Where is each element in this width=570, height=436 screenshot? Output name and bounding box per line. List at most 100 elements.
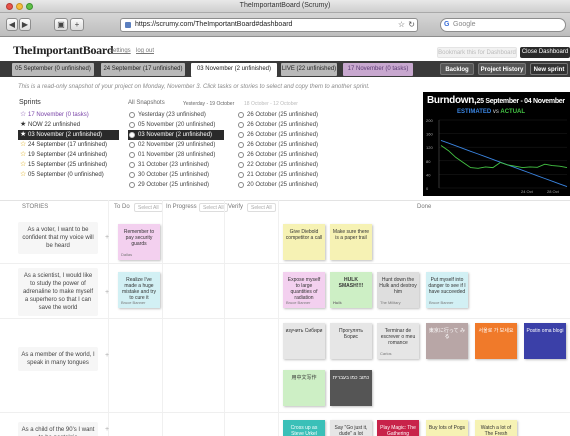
- sprint-item[interactable]: ★ 03 November (2 unfinished): [18, 130, 119, 140]
- address-bar[interactable]: https://scrumy.com/TheImportantBoard#das…: [120, 18, 418, 32]
- radio-icon[interactable]: [238, 172, 244, 178]
- radio-icon[interactable]: [129, 162, 135, 168]
- radio-icon[interactable]: [238, 182, 244, 188]
- bookmark-dashboard-button[interactable]: Bookmark this for Dashboard: [437, 47, 517, 58]
- task-note[interactable]: Hunt down the Hulk and destroy him The Mi…: [377, 272, 419, 308]
- task-note[interactable]: Play Magic: The Gathering: [377, 420, 419, 436]
- forward-button[interactable]: ▶: [19, 18, 31, 31]
- radio-icon[interactable]: [129, 172, 135, 178]
- story-card[interactable]: As a member of the world, I speak in man…: [18, 347, 98, 371]
- search-field[interactable]: G Google: [440, 18, 566, 32]
- radio-icon[interactable]: [238, 112, 244, 118]
- new-sprint-button[interactable]: New sprint: [530, 63, 568, 75]
- radio-icon[interactable]: [129, 112, 135, 118]
- task-note[interactable]: Buy lots of Pogs: [426, 420, 468, 436]
- task-note[interactable]: Cross up as Steve Urkel: [283, 420, 325, 436]
- task-note[interactable]: Make sure there is a paper trail: [330, 224, 372, 260]
- task-note[interactable]: 用中文写作: [283, 370, 325, 406]
- add-task-icon[interactable]: +: [105, 234, 109, 241]
- done-column-header: Done: [417, 204, 432, 210]
- radio-icon[interactable]: [238, 122, 244, 128]
- radio-icon[interactable]: [238, 152, 244, 158]
- snapshot-item[interactable]: 31 October (23 unfinished): [128, 160, 224, 170]
- snapshot-item[interactable]: 26 October (25 unfinished): [237, 140, 327, 150]
- task-note[interactable]: Remember to pay security guards Dallas: [118, 224, 160, 260]
- snapshot-item[interactable]: 01 November (28 unfinished): [128, 150, 224, 160]
- add-task-icon[interactable]: +: [105, 352, 109, 359]
- task-note[interactable]: Realize I've made a huge mistake and try…: [118, 272, 160, 308]
- url-text[interactable]: https://scrumy.com/TheImportantBoard#das…: [135, 21, 292, 28]
- snapshot-item[interactable]: 05 November (20 unfinished): [128, 120, 224, 130]
- x-tick-label: 24 Oct: [521, 189, 534, 194]
- radio-icon[interactable]: [129, 182, 135, 188]
- tab-05-september[interactable]: 05 September (0 unfinished): [12, 63, 94, 76]
- task-note[interactable]: Give Diebold competitor a call: [283, 224, 325, 260]
- snapshot-item[interactable]: 03 November (2 unfinished): [128, 130, 224, 140]
- tab-24-september[interactable]: 24 September (17 unfinished): [101, 63, 185, 76]
- radio-icon[interactable]: [129, 142, 135, 148]
- story-card[interactable]: As a scientist, I would like to study th…: [18, 268, 98, 316]
- tab-17-november[interactable]: 17 November (0 tasks): [343, 63, 413, 76]
- tab-03-november[interactable]: 03 November (2 unfinished): [191, 63, 277, 77]
- task-note[interactable]: Put myself into danger to see if I have …: [426, 272, 468, 308]
- settings-link[interactable]: settings: [110, 48, 131, 54]
- app-logo[interactable]: TheImportantBoard: [13, 43, 114, 58]
- sprint-item[interactable]: ☆ 15 September (25 unfinished): [18, 160, 119, 170]
- project-history-button[interactable]: Project History: [478, 63, 526, 75]
- sprint-item[interactable]: ☆ 17 November (0 tasks): [18, 110, 119, 120]
- snapshot-item[interactable]: 26 October (25 unfinished): [237, 110, 327, 120]
- snapshot-item[interactable]: 26 October (25 unfinished): [237, 120, 327, 130]
- add-task-icon[interactable]: +: [105, 426, 109, 433]
- snapshot-item[interactable]: 02 November (29 unfinished): [128, 140, 224, 150]
- logout-link[interactable]: log out: [136, 48, 154, 54]
- add-task-icon[interactable]: +: [105, 289, 109, 296]
- task-note[interactable]: Expose myself to large quantities of rad…: [283, 272, 325, 308]
- task-note[interactable]: Postin oma blogi: [524, 323, 566, 359]
- reader-button[interactable]: ▣: [54, 18, 68, 31]
- snapshot-item[interactable]: 29 October (25 unfinished): [128, 180, 224, 190]
- task-note[interactable]: HULK SMASH!!!! Hulk: [330, 272, 372, 308]
- task-note[interactable]: כתוב כמו בעברית: [330, 370, 372, 406]
- story-card[interactable]: As a child of the 90's I want to be nost…: [18, 422, 98, 436]
- sprint-item[interactable]: ☆ 24 September (17 unfinished): [18, 140, 119, 150]
- radio-icon[interactable]: [238, 132, 244, 138]
- task-note[interactable]: Watch a lot of The Fresh: [475, 420, 517, 436]
- sprint-item[interactable]: ★ NOW 22 unfinished: [18, 120, 119, 130]
- snapshot-item[interactable]: 26 October (25 unfinished): [237, 130, 327, 140]
- reload-icon[interactable]: ↻: [408, 20, 415, 29]
- snapshot-item[interactable]: 26 October (25 unfinished): [237, 150, 327, 160]
- task-note[interactable]: Terminar de escrever o meu romance Carlos: [377, 323, 419, 359]
- task-note[interactable]: изучить Сибири: [283, 323, 325, 359]
- snapshot-label: 31 October (23 unfinished): [138, 162, 210, 168]
- bookmark-star-icon[interactable]: ☆: [398, 20, 405, 29]
- task-text: Say "Go just it, dude" a lot: [334, 425, 368, 436]
- back-button[interactable]: ◀: [6, 18, 18, 31]
- task-note[interactable]: Say "Go just it, dude" a lot: [330, 420, 372, 436]
- story-card[interactable]: As a voter, I want to be confident that …: [18, 222, 98, 254]
- task-note[interactable]: 서울로 가 보세요: [475, 323, 517, 359]
- todo-select-all[interactable]: Select All: [134, 203, 163, 212]
- snapshot-item[interactable]: 21 October (25 unfinished): [237, 170, 327, 180]
- task-text: 用中文写作: [291, 375, 317, 381]
- tab-live[interactable]: LIVE (22 unfinished): [281, 63, 337, 76]
- add-bookmark-button[interactable]: +: [70, 18, 84, 31]
- close-dashboard-button[interactable]: Close Dashboard: [520, 47, 570, 58]
- row-divider: [0, 318, 570, 319]
- snapshot-item[interactable]: Yesterday (23 unfinished): [128, 110, 224, 120]
- sprint-item[interactable]: ☆ 19 September (24 unfinished): [18, 150, 119, 160]
- snapshot-item[interactable]: 20 October (25 unfinished): [237, 180, 327, 190]
- verify-select-all[interactable]: Select All: [247, 203, 276, 212]
- radio-icon[interactable]: [129, 122, 135, 128]
- radio-icon[interactable]: [129, 152, 135, 158]
- snapshot-item[interactable]: 22 October (25 unfinished): [237, 160, 327, 170]
- sprint-item[interactable]: ☆ 05 September (0 unfinished): [18, 170, 119, 180]
- backlog-button[interactable]: Backlog: [440, 63, 474, 75]
- radio-icon[interactable]: [238, 162, 244, 168]
- radio-icon[interactable]: [238, 142, 244, 148]
- snapshot-item[interactable]: 30 October (25 unfinished): [128, 170, 224, 180]
- snapshot-label: 26 October (25 unfinished): [247, 152, 319, 158]
- radio-icon[interactable]: [129, 132, 135, 138]
- task-note[interactable]: Прогулять Борис: [330, 323, 372, 359]
- task-text: Terminar de escrever o meu romance: [380, 328, 416, 346]
- task-note[interactable]: 東京に行って みる: [426, 323, 468, 359]
